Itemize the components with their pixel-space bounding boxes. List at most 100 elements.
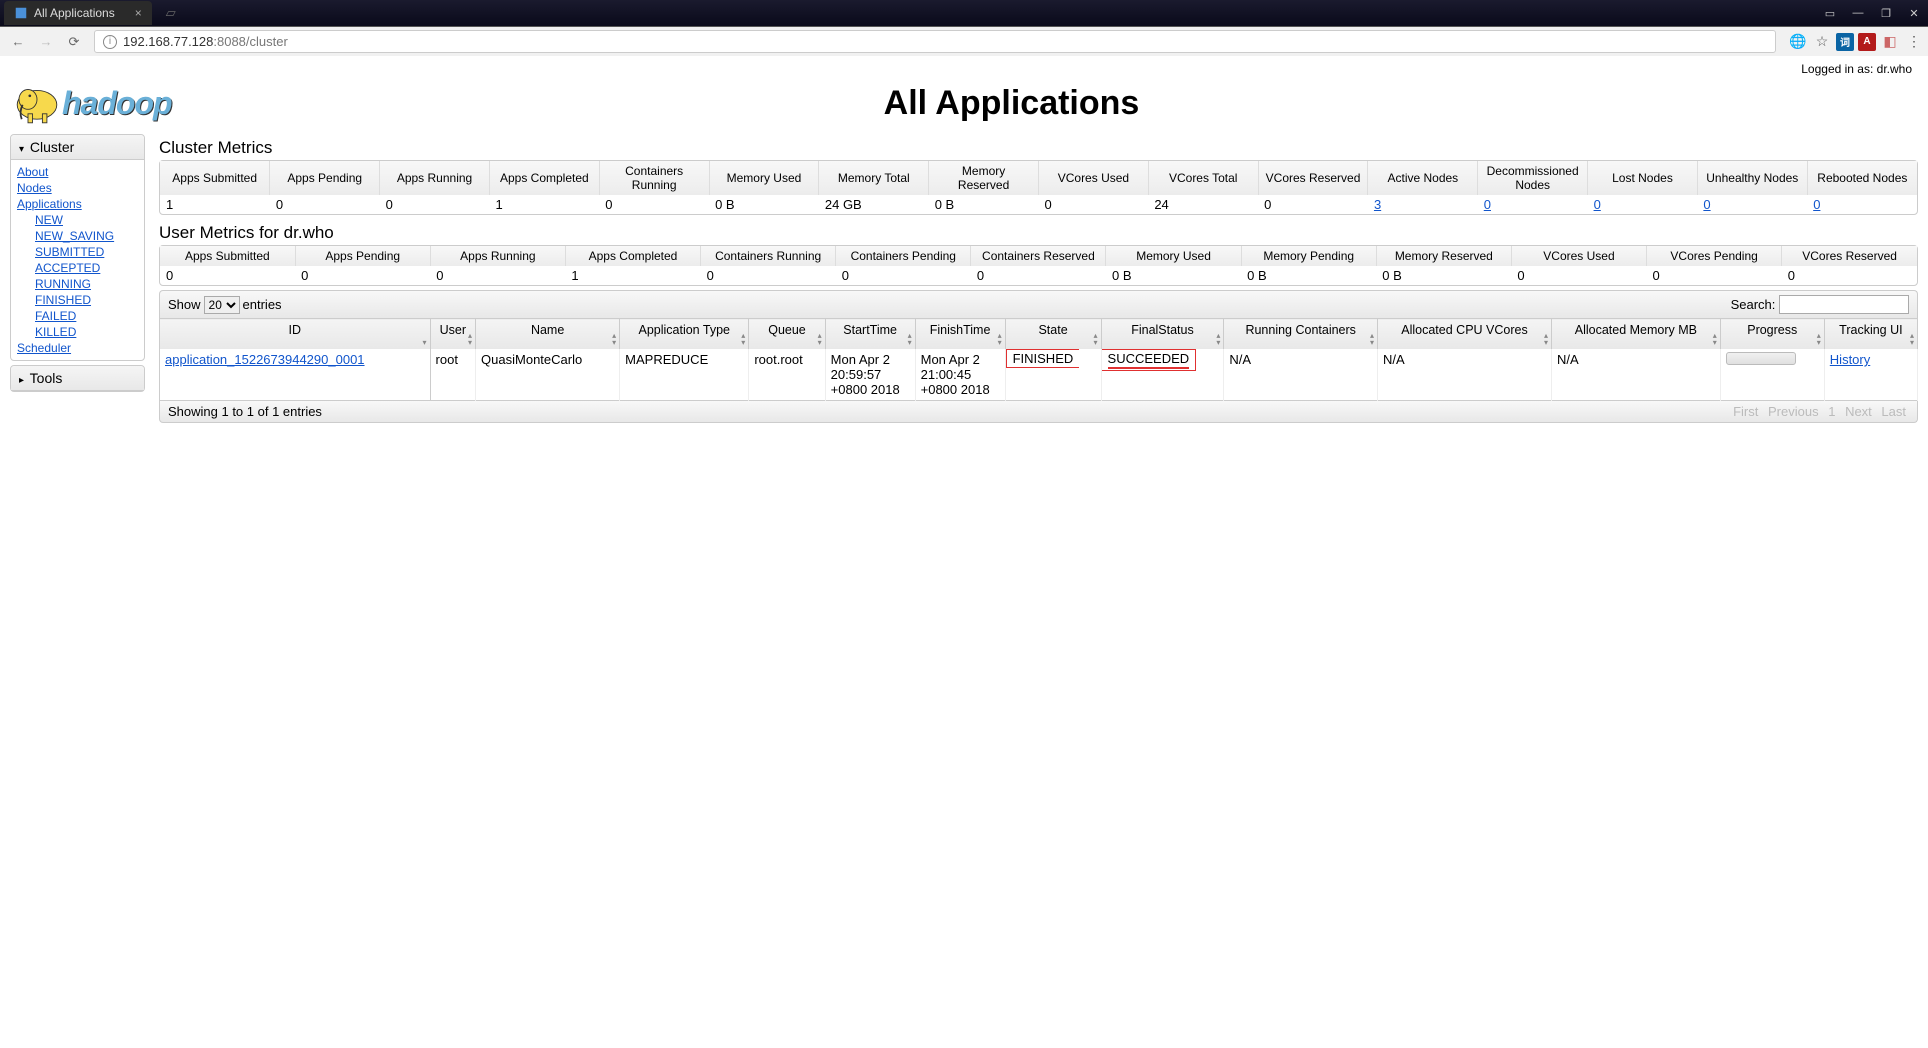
sidebar-tools-header[interactable]: ▸ Tools <box>11 366 144 391</box>
metrics-value: 0 <box>160 266 295 285</box>
maximize-icon[interactable]: ❐ <box>1873 3 1899 23</box>
metrics-header: VCores Pending <box>1647 246 1782 266</box>
metrics-value: 0 <box>270 195 380 214</box>
metrics-value: 0 B <box>709 195 819 214</box>
metric-link[interactable]: 0 <box>1813 197 1820 212</box>
metric-link[interactable]: 3 <box>1374 197 1381 212</box>
column-header[interactable]: User▴▾ <box>430 319 476 350</box>
metrics-value: 0 <box>701 266 836 285</box>
sidebar-applications[interactable]: Applications <box>17 196 138 212</box>
sidebar-finished[interactable]: FINISHED <box>35 292 138 308</box>
metrics-header: Memory Used <box>709 161 819 195</box>
cell-running-containers: N/A <box>1224 349 1378 401</box>
metrics-header: Unhealthy Nodes <box>1697 161 1807 195</box>
show-label: Show <box>168 297 201 312</box>
metrics-value: 0 <box>1511 266 1646 285</box>
metric-link[interactable]: 0 <box>1484 197 1491 212</box>
sidebar-tools-label: Tools <box>30 370 63 386</box>
url-host: 192.168.77.128 <box>123 34 213 49</box>
sidebar-failed[interactable]: FAILED <box>35 308 138 324</box>
metrics-header: Apps Completed <box>489 161 599 195</box>
sidebar-new-saving[interactable]: NEW_SAVING <box>35 228 138 244</box>
menu-icon[interactable]: ⋮ <box>1904 32 1924 52</box>
metrics-header: Memory Total <box>819 161 929 195</box>
sidebar-about[interactable]: About <box>17 164 138 180</box>
account-icon[interactable]: ▭ <box>1817 3 1843 23</box>
metrics-value: 1 <box>160 195 270 214</box>
cell-start: Mon Apr 2 20:59:57 +0800 2018 <box>825 349 915 401</box>
reload-icon[interactable]: ⟳ <box>62 30 86 54</box>
app-id-link[interactable]: application_1522673944290_0001 <box>165 352 365 367</box>
entries-label: entries <box>243 297 282 312</box>
sidebar-submitted[interactable]: SUBMITTED <box>35 244 138 260</box>
sort-icon: ▴▾ <box>1094 332 1098 346</box>
column-header[interactable]: Progress▴▾ <box>1720 319 1824 350</box>
url-input[interactable]: i 192.168.77.128:8088/cluster <box>94 30 1776 53</box>
metrics-value: 24 <box>1148 195 1258 214</box>
sidebar-running[interactable]: RUNNING <box>35 276 138 292</box>
minimize-icon[interactable]: — <box>1845 3 1871 23</box>
sidebar-cluster-header[interactable]: ▾ Cluster <box>11 135 144 160</box>
cluster-metrics-table: Apps SubmittedApps PendingApps RunningAp… <box>160 161 1917 214</box>
close-icon[interactable]: × <box>135 6 142 20</box>
metrics-header: VCores Reserved <box>1782 246 1917 266</box>
caret-down-icon: ▾ <box>19 144 24 155</box>
browser-tab[interactable]: All Applications × <box>4 1 152 25</box>
close-window-icon[interactable]: ✕ <box>1901 3 1927 23</box>
info-icon[interactable]: i <box>103 35 117 49</box>
metrics-header: Memory Pending <box>1241 246 1376 266</box>
cell-queue: root.root <box>749 349 825 401</box>
sidebar-new[interactable]: NEW <box>35 212 138 228</box>
sidebar-scheduler[interactable]: Scheduler <box>17 340 138 356</box>
metrics-value: 0 <box>380 195 490 214</box>
new-tab-button[interactable]: ▱ <box>160 3 182 23</box>
column-header[interactable]: Queue▴▾ <box>749 319 825 350</box>
metrics-header: Apps Submitted <box>160 246 295 266</box>
column-header[interactable]: ID▾ <box>160 319 431 350</box>
translate-icon[interactable]: 🌐 <box>1788 32 1808 52</box>
extension-youdao-icon[interactable]: 词 <box>1836 33 1854 51</box>
column-header[interactable]: StartTime▴▾ <box>825 319 915 350</box>
cell-progress <box>1720 349 1824 401</box>
column-header[interactable]: State▴▾ <box>1005 319 1101 350</box>
extension-pdf-icon[interactable]: A <box>1858 33 1876 51</box>
metrics-value: 0 B <box>1376 266 1511 285</box>
column-header[interactable]: Name▴▾ <box>476 319 620 350</box>
column-header[interactable]: Application Type▴▾ <box>620 319 749 350</box>
tracking-link[interactable]: History <box>1830 352 1870 367</box>
column-header[interactable]: Allocated Memory MB▴▾ <box>1552 319 1721 350</box>
caret-right-icon: ▸ <box>19 375 24 386</box>
table-row: application_1522673944290_0001 root Quas… <box>160 349 1918 401</box>
metric-link[interactable]: 0 <box>1594 197 1601 212</box>
sidebar-accepted[interactable]: ACCEPTED <box>35 260 138 276</box>
metric-link[interactable]: 0 <box>1703 197 1710 212</box>
metrics-header: Apps Pending <box>270 161 380 195</box>
metrics-header: Containers Reserved <box>971 246 1106 266</box>
metrics-value: 0 B <box>1106 266 1241 285</box>
star-icon[interactable]: ☆ <box>1812 32 1832 52</box>
column-header[interactable]: Running Containers▴▾ <box>1224 319 1378 350</box>
metrics-value: 0 B <box>1241 266 1376 285</box>
metrics-value: 0 <box>1258 195 1368 214</box>
sidebar-nodes[interactable]: Nodes <box>17 180 138 196</box>
sidebar-killed[interactable]: KILLED <box>35 324 138 340</box>
table-info: Showing 1 to 1 of 1 entries <box>168 404 322 419</box>
sort-icon: ▴▾ <box>1544 332 1548 346</box>
back-icon[interactable]: ← <box>6 30 30 54</box>
column-header[interactable]: Tracking UI▴▾ <box>1824 319 1917 350</box>
pager-prev: Previous <box>1768 404 1819 419</box>
search-input[interactable] <box>1779 295 1909 314</box>
column-header[interactable]: FinalStatus▴▾ <box>1101 319 1224 350</box>
metrics-header: VCores Used <box>1511 246 1646 266</box>
metrics-value: 0 <box>599 195 709 214</box>
extension-misc-icon[interactable]: ◧ <box>1880 32 1900 52</box>
cell-type: MAPREDUCE <box>620 349 749 401</box>
metrics-header: Memory Reserved <box>1376 246 1511 266</box>
cell-final-status: SUCCEEDED <box>1101 349 1224 401</box>
entries-select[interactable]: 20 <box>204 296 240 314</box>
column-header[interactable]: FinishTime▴▾ <box>915 319 1005 350</box>
pager-first: First <box>1733 404 1758 419</box>
column-header[interactable]: Allocated CPU VCores▴▾ <box>1377 319 1551 350</box>
metrics-header: Active Nodes <box>1368 161 1478 195</box>
sidebar-cluster-label: Cluster <box>30 139 74 155</box>
